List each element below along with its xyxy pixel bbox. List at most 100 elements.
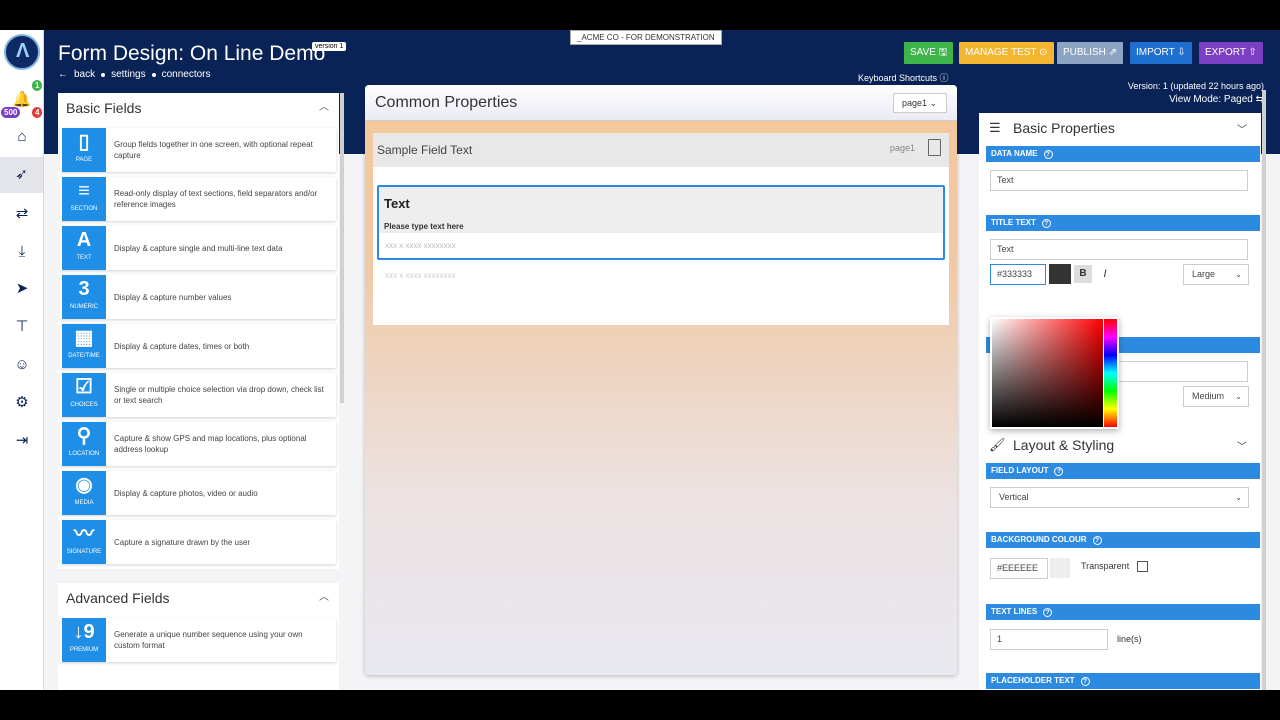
back-link[interactable]: back [74, 69, 95, 80]
connectors-link[interactable]: connectors [162, 69, 211, 80]
text-lines-input[interactable]: 1 [990, 629, 1108, 650]
logout-icon[interactable]: ⇥ [12, 431, 32, 451]
save-button[interactable]: SAVE 🖫 [904, 42, 954, 64]
prompt-size-select[interactable]: Medium ⌄ [1183, 386, 1249, 407]
field-type-item[interactable]: ▦ DATE/TIME Display & capture dates, times… [60, 324, 336, 368]
field-type-icon: 3 NUMERIC [62, 275, 106, 319]
chevron-down-icon[interactable]: ﹀ [1237, 438, 1247, 453]
export-button[interactable]: EXPORT ⇧ [1199, 42, 1263, 64]
lines-unit: line(s) [1117, 634, 1142, 644]
field-type-item[interactable]: ≡ SECTION Read-only display of text sectio… [60, 177, 336, 221]
count-badge: 500 [1, 107, 21, 118]
title-text-input[interactable]: Text [990, 239, 1248, 260]
alert-badge: 4 [32, 107, 43, 118]
field-type-icon: ☑ CHOICES [62, 373, 106, 417]
field-layout-select[interactable]: Vertical ⌄ [990, 487, 1249, 508]
basic-fields-header[interactable]: Basic Fields ︿ [58, 93, 339, 123]
home-icon[interactable]: ⌂ [12, 127, 32, 147]
title-size-select[interactable]: Large ⌄ [1183, 264, 1249, 285]
help-icon[interactable]: ? [1043, 150, 1053, 159]
field-type-desc: Display & capture dates, times or both [114, 341, 250, 351]
italic-button[interactable]: I [1096, 265, 1114, 283]
publish-button[interactable]: PUBLISH ⇗ [1057, 42, 1123, 64]
help-icon[interactable]: ? [1043, 608, 1053, 617]
breadcrumb-separator [151, 72, 156, 77]
field-type-icon: ▦ DATE/TIME [62, 324, 106, 368]
data-name-label: DATA NAME? [986, 146, 1260, 162]
keyboard-shortcuts-link[interactable]: Keyboard Shortcuts ⓘ [858, 71, 949, 84]
forms-icon[interactable]: ⇄ [12, 204, 32, 224]
canvas-header: Common Properties page1 ⌄ [365, 85, 957, 121]
advanced-fields-header[interactable]: Advanced Fields ︿ [58, 583, 339, 613]
chevron-up-icon[interactable]: ︿ [319, 583, 329, 613]
brush-icon: 🖌 [989, 437, 1006, 452]
canvas-title: Common Properties [375, 94, 518, 111]
color-picker[interactable] [990, 317, 1119, 429]
basic-fields-list: ▯ PAGE Group fields together in one screen… [58, 128, 339, 564]
field-type-item[interactable]: ▯ PAGE Group fields together in one screen… [60, 128, 336, 172]
section-gap [58, 569, 339, 583]
nav-rail: Λ 1 🔔 500 4 ⌂ ➶ ⇄ ⤓ ➤ ⊤ ☺ ⚙ ⇥ [0, 30, 44, 690]
chevron-down-icon[interactable]: ﹀ [1237, 121, 1247, 136]
field-type-desc: Single or multiple choice selection via … [114, 385, 324, 405]
field-type-icon: 〰 SIGNATURE [62, 520, 106, 564]
rocket-icon[interactable]: ➶ [0, 157, 43, 193]
field-type-item[interactable]: 3 NUMERIC Display & capture number values [60, 275, 336, 319]
notification-badge: 1 [32, 80, 43, 91]
download-icon[interactable]: ⤓ [12, 242, 32, 262]
hierarchy-icon[interactable]: ⊤ [12, 317, 32, 337]
help-icon[interactable]: ? [1092, 536, 1102, 545]
field-type-icon: ◉ MEDIA [62, 471, 106, 515]
bg-colour-swatch[interactable] [1050, 558, 1070, 578]
users-icon[interactable]: ☺ [12, 355, 32, 375]
breadcrumb-separator [101, 72, 106, 77]
color-hex-input[interactable]: #333333 [990, 264, 1046, 285]
field-type-desc: Read-only display of text sections, fiel… [114, 189, 318, 209]
help-icon[interactable]: ? [1054, 467, 1064, 476]
field-type-desc: Display & capture photos, video or audio [114, 488, 258, 498]
right-scrollbar[interactable] [1262, 90, 1266, 690]
page-select[interactable]: page1 ⌄ [893, 93, 947, 113]
breadcrumb: ← back settings connectors [58, 69, 211, 80]
field-type-item[interactable]: 〰 SIGNATURE Capture a signature drawn by t… [60, 520, 336, 564]
layout-styling-header[interactable]: 🖌 Layout & Styling ﹀ [979, 430, 1261, 460]
bold-button[interactable]: B [1074, 265, 1092, 283]
settings-link[interactable]: settings [111, 69, 145, 80]
chevron-up-icon[interactable]: ︿ [319, 93, 329, 123]
field-title: Text [384, 196, 410, 211]
transparent-checkbox[interactable] [1137, 561, 1148, 572]
version-info: Version: 1 (updated 22 hours ago) View M… [1127, 81, 1264, 106]
help-icon[interactable]: ? [1080, 677, 1090, 686]
data-name-input[interactable]: Text [990, 170, 1248, 191]
color-swatch[interactable] [1049, 264, 1071, 284]
back-arrow-icon[interactable]: ← [58, 69, 68, 80]
basic-properties-header[interactable]: ☰ Basic Properties ﹀ [979, 113, 1261, 143]
bg-colour-input[interactable]: #EEEEEE [990, 558, 1048, 579]
app-logo[interactable]: Λ [4, 34, 40, 70]
field-type-item[interactable]: ⚲ LOCATION Capture & show GPS and map loca… [60, 422, 336, 466]
gear-icon[interactable]: ⚙ [12, 393, 32, 413]
app-window: Form Design: On Line Demo version 1 ← ba… [0, 30, 1280, 690]
field-type-item[interactable]: ◉ MEDIA Display & capture photos, video or… [60, 471, 336, 515]
hue-slider[interactable] [1104, 319, 1117, 427]
view-mode-toggle[interactable]: View Mode: Paged ⇆ [1128, 93, 1264, 106]
demo-banner: _ACME CO - FOR DEMONSTRATION [570, 30, 722, 45]
field-type-icon: ⚲ LOCATION [62, 422, 106, 466]
send-icon[interactable]: ➤ [12, 279, 32, 299]
page-icon [928, 139, 941, 156]
field-type-item[interactable]: ↓9 PREMIUM Generate a unique number sequen… [60, 618, 336, 662]
field-type-desc: Generate a unique number sequence using … [114, 630, 303, 650]
import-button[interactable]: IMPORT ⇩ [1130, 42, 1192, 64]
left-scrollbar[interactable] [340, 93, 344, 403]
title-text-label: TITLE TEXT? [986, 215, 1260, 231]
field-type-item[interactable]: A TEXT Display & capture single and multi-… [60, 226, 336, 270]
page-title: Form Design: On Line Demo [58, 42, 326, 65]
manage-test-button[interactable]: MANAGE TEST ⊙ [959, 42, 1054, 64]
saturation-area[interactable] [992, 319, 1103, 427]
field-type-item[interactable]: ☑ CHOICES Single or multiple choice select… [60, 373, 336, 417]
help-icon[interactable]: ? [1041, 219, 1051, 228]
text-field-preview[interactable]: Text Please type text here xxx x xxxx xx… [377, 185, 945, 260]
field-type-icon: A TEXT [62, 226, 106, 270]
field-input[interactable]: xxx x xxxx xxxxxxxx [379, 233, 943, 258]
text-lines-label: TEXT LINES? [986, 604, 1260, 620]
